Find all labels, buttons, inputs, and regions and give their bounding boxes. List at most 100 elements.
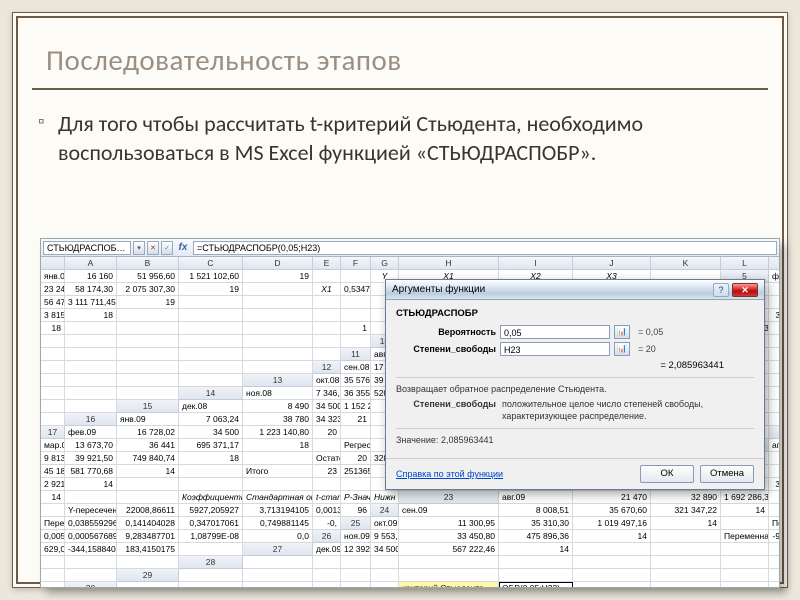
cell[interactable]: [179, 465, 243, 478]
name-box-dropdown[interactable]: ▾: [133, 241, 145, 255]
cell[interactable]: [41, 348, 65, 361]
col-header[interactable]: H: [399, 257, 499, 270]
cell[interactable]: 14: [573, 530, 651, 543]
dialog-help-link[interactable]: Справка по этой функции: [396, 469, 503, 479]
cell[interactable]: критерий Стьюдента: [399, 582, 499, 588]
cell[interactable]: [313, 270, 341, 283]
cell[interactable]: 567 222,46: [399, 543, 499, 556]
cell[interactable]: 14: [65, 478, 117, 491]
cell[interactable]: [313, 348, 341, 361]
cell[interactable]: 32 890: [651, 491, 721, 504]
cell[interactable]: [651, 569, 721, 582]
cell[interactable]: [769, 543, 780, 556]
cell[interactable]: 2513652252: [341, 465, 371, 478]
cell[interactable]: [651, 556, 721, 569]
cell[interactable]: 1 521 102,60: [179, 270, 243, 283]
cell[interactable]: [65, 374, 117, 387]
cell[interactable]: ноя.08: [243, 387, 313, 400]
ok-button[interactable]: ОК: [640, 465, 694, 483]
cell[interactable]: [769, 400, 780, 413]
cell[interactable]: 695 371,17: [179, 439, 243, 452]
cell[interactable]: 11 300,95: [399, 517, 499, 530]
cell[interactable]: -344,1588401: [65, 543, 117, 556]
cell[interactable]: [313, 309, 341, 322]
cell[interactable]: [341, 556, 371, 569]
cell[interactable]: 36 355,70: [341, 387, 371, 400]
cell[interactable]: 321 347,22: [651, 504, 721, 517]
cell[interactable]: 1 019 497,16: [573, 517, 651, 530]
col-header[interactable]: B: [117, 257, 179, 270]
dialog-titlebar[interactable]: Аргументы функции ? ✕: [386, 280, 764, 300]
arg-input-dof[interactable]: H23: [500, 342, 610, 356]
cell[interactable]: [313, 569, 341, 582]
cell[interactable]: 7 063,24: [179, 413, 243, 426]
arg-input-probability[interactable]: 0,05: [500, 325, 610, 339]
cell[interactable]: 13 673,70: [65, 439, 117, 452]
cell[interactable]: 18: [243, 439, 313, 452]
cell[interactable]: 3 149 584,34: [769, 478, 780, 491]
cell[interactable]: 35 310,30: [499, 517, 573, 530]
cell[interactable]: [179, 335, 243, 348]
col-header[interactable]: K: [651, 257, 721, 270]
cell[interactable]: 7 346,14: [313, 387, 341, 400]
cell[interactable]: сен.08: [341, 361, 371, 374]
cell[interactable]: [651, 582, 721, 588]
cell[interactable]: [651, 530, 721, 543]
cell[interactable]: [573, 556, 651, 569]
cell[interactable]: 20: [341, 452, 371, 465]
row-header[interactable]: 30: [65, 582, 117, 588]
cell[interactable]: 0,141404028: [117, 517, 179, 530]
cell[interactable]: 56 474,68: [41, 296, 65, 309]
cell[interactable]: 14: [769, 491, 780, 504]
cell[interactable]: 38 780: [243, 413, 313, 426]
cell[interactable]: 19: [117, 296, 179, 309]
cell[interactable]: [769, 387, 780, 400]
cell[interactable]: [65, 335, 117, 348]
col-header[interactable]: A: [65, 257, 117, 270]
cell[interactable]: -900,6659436: [769, 530, 780, 543]
formula-input[interactable]: =СТЬЮДРАСПОБР(0,05;H23): [193, 241, 777, 255]
cell[interactable]: [65, 361, 117, 374]
cell[interactable]: 18: [769, 322, 780, 335]
fx-cancel-icon[interactable]: ✕: [147, 241, 159, 255]
cell[interactable]: [41, 374, 65, 387]
cell[interactable]: Нижн: [371, 491, 399, 504]
cell[interactable]: 23: [313, 465, 341, 478]
cell[interactable]: 2 075 307,30: [117, 283, 179, 296]
selected-cell[interactable]: ОБР(0,05;H23): [499, 582, 573, 588]
col-header[interactable]: G: [371, 257, 399, 270]
cell[interactable]: Переменная X 2: [769, 517, 780, 530]
cell[interactable]: 35 576,32: [341, 374, 371, 387]
cell[interactable]: P-Значение: [341, 491, 371, 504]
cell[interactable]: [243, 569, 313, 582]
cell[interactable]: 34 323,84: [313, 413, 341, 426]
cell[interactable]: [243, 348, 313, 361]
col-header[interactable]: D: [243, 257, 313, 270]
cell[interactable]: 5927,205927: [179, 504, 243, 517]
cell[interactable]: [117, 361, 179, 374]
cell[interactable]: [243, 296, 313, 309]
cell[interactable]: 0,000567689: [65, 530, 117, 543]
cell[interactable]: [179, 582, 243, 588]
cell[interactable]: [41, 504, 65, 517]
cell[interactable]: [341, 335, 371, 348]
cell[interactable]: 39 921,50: [65, 452, 117, 465]
cell[interactable]: [341, 582, 371, 588]
cell[interactable]: [313, 335, 341, 348]
cell[interactable]: 18: [41, 322, 65, 335]
cell[interactable]: [179, 348, 243, 361]
cell[interactable]: [65, 569, 117, 582]
cell[interactable]: [179, 543, 243, 556]
cell[interactable]: 17 200,52: [769, 283, 780, 296]
row-header[interactable]: 4: [769, 257, 780, 270]
cell[interactable]: янв.09: [117, 413, 179, 426]
row-header[interactable]: 16: [65, 413, 117, 426]
cell[interactable]: [179, 309, 243, 322]
cell[interactable]: Y-пересечение: [65, 504, 117, 517]
cell[interactable]: [65, 348, 117, 361]
cell[interactable]: [179, 569, 243, 582]
cell[interactable]: [721, 517, 769, 530]
cell[interactable]: [341, 309, 371, 322]
cell[interactable]: [117, 387, 179, 400]
cell[interactable]: 16 728,02: [117, 426, 179, 439]
